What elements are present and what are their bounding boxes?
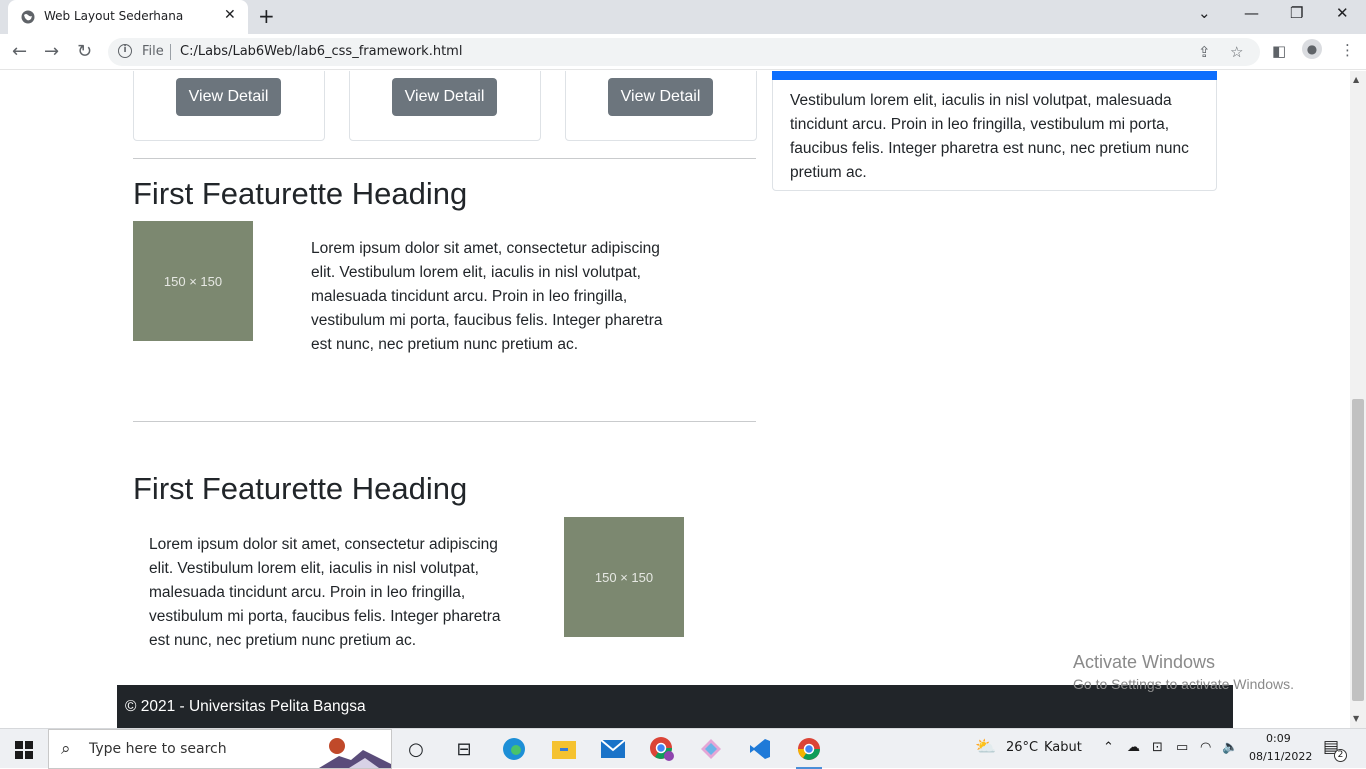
featurette-text: Lorem ipsum dolor sit amet, consectetur … [311, 240, 663, 353]
edge-icon[interactable] [499, 735, 529, 763]
restore-icon[interactable]: ❐ [1290, 4, 1303, 22]
new-tab-icon[interactable]: + [258, 4, 275, 28]
product-card: View Detail [349, 71, 541, 141]
product-card: View Detail [565, 71, 757, 141]
task-view-icon[interactable]: ⊟ [449, 735, 479, 763]
window-close-icon[interactable]: ✕ [1336, 4, 1349, 22]
weather-icon[interactable]: ⛅ [975, 737, 996, 757]
reload-icon[interactable]: ↻ [77, 41, 92, 62]
globe-icon [21, 10, 35, 24]
tab-search-icon[interactable]: ⌄ [1198, 4, 1211, 22]
address-url[interactable]: C:/Labs/Lab6Web/lab6_css_framework.html [180, 44, 462, 59]
sidebar-card-text: Vestibulum lorem elit, iaculis in nisl v… [790, 92, 1189, 181]
chrome-icon[interactable] [794, 735, 824, 769]
view-detail-button[interactable]: View Detail [392, 78, 497, 116]
featurette-text: Lorem ipsum dolor sit amet, consectetur … [149, 536, 501, 649]
app-diamond-icon[interactable] [696, 735, 726, 763]
sidebar-card-header [772, 71, 1217, 80]
browser-tab[interactable]: Web Layout Sederhana ✕ [8, 0, 248, 34]
wifi-icon[interactable]: ◠ [1200, 740, 1211, 755]
tab-title: Web Layout Sederhana [44, 9, 184, 23]
forward-icon[interactable]: → [44, 41, 59, 62]
watermark-title: Activate Windows [1073, 652, 1216, 672]
back-icon[interactable]: ← [12, 41, 27, 62]
menu-kebab-icon[interactable]: ⋮ [1340, 41, 1355, 59]
taskbar-search-box[interactable]: ⌕ Type here to search [48, 729, 392, 769]
divider [133, 421, 756, 422]
view-detail-button[interactable]: View Detail [176, 78, 281, 116]
profile-avatar-icon[interactable]: ● [1302, 39, 1322, 59]
sidebar-card: Vestibulum lorem elit, iaculis in nisl v… [772, 71, 1217, 191]
meet-now-icon[interactable]: ⊡ [1152, 740, 1163, 755]
cortana-icon[interactable]: ○ [401, 735, 431, 763]
product-card: View Detail [133, 71, 325, 141]
browser-tab-bar: Web Layout Sederhana ✕ + ⌄ — ❐ ✕ [0, 0, 1366, 34]
view-detail-button[interactable]: View Detail [608, 78, 713, 116]
weather-temperature[interactable]: 26°C [1006, 740, 1038, 755]
chrome-profile-icon[interactable] [647, 735, 677, 763]
battery-icon[interactable]: ▭ [1176, 740, 1188, 755]
bookmark-star-icon[interactable]: ☆ [1230, 43, 1243, 61]
browser-toolbar: ← → ↻ i File C:/Labs/Lab6Web/lab6_css_fr… [0, 34, 1366, 70]
weather-condition[interactable]: Kabut [1044, 740, 1082, 755]
mail-icon[interactable] [598, 735, 628, 763]
side-panel-icon[interactable]: ◧ [1272, 42, 1286, 60]
scrollbar-thumb[interactable] [1352, 399, 1364, 701]
windows-start-icon[interactable] [15, 741, 33, 759]
image-placeholder-label: 150 × 150 [594, 569, 654, 585]
watermark-subtitle: Go to Settings to activate Windows. [1073, 676, 1294, 692]
featurette-heading: First Featurette Heading [133, 176, 468, 211]
page-viewport: View Detail View Detail View Detail Vest… [0, 71, 1350, 728]
scroll-up-icon[interactable]: ▲ [1353, 75, 1359, 84]
address-scheme: File [142, 44, 164, 59]
scroll-down-icon[interactable]: ▼ [1353, 714, 1359, 723]
address-separator [170, 44, 171, 60]
windows-taskbar: ⌕ Type here to search ○ ⊟ ⛅ 26°C Kabut ⌃… [0, 728, 1366, 769]
clock-date[interactable]: 08/11/2022 [1249, 750, 1312, 763]
page-footer: © 2021 - Universitas Pelita Bangsa [117, 685, 1233, 728]
image-placeholder-label: 150 × 150 [163, 273, 223, 289]
file-explorer-icon[interactable] [549, 735, 579, 763]
footer-text: © 2021 - Universitas Pelita Bangsa [125, 698, 366, 715]
minimize-icon[interactable]: — [1244, 4, 1259, 22]
featurette-heading: First Featurette Heading [133, 471, 468, 506]
tab-close-icon[interactable]: ✕ [224, 7, 236, 23]
search-placeholder: Type here to search [89, 741, 227, 757]
clock-time[interactable]: 0:09 [1266, 732, 1291, 745]
volume-icon[interactable]: 🔈 [1222, 740, 1238, 755]
tray-chevron-up-icon[interactable]: ⌃ [1103, 740, 1114, 755]
network-alert-icon[interactable]: ☁ [1127, 740, 1140, 755]
search-highlight-icon [319, 738, 391, 768]
divider [133, 158, 756, 159]
address-bar[interactable]: i File C:/Labs/Lab6Web/lab6_css_framewor… [108, 38, 1260, 66]
featurette-image: 150 × 150 [133, 221, 253, 341]
vscode-icon[interactable] [745, 735, 775, 763]
site-info-icon[interactable]: i [118, 44, 132, 58]
featurette-image: 150 × 150 [564, 517, 684, 637]
vertical-scrollbar[interactable]: ▲ ▼ [1350, 71, 1366, 728]
search-icon: ⌕ [61, 739, 71, 759]
notification-count-badge: 2 [1334, 749, 1347, 762]
share-icon[interactable]: ⇪ [1198, 43, 1211, 61]
activate-windows-watermark: Activate Windows Go to Settings to activ… [1073, 652, 1294, 692]
